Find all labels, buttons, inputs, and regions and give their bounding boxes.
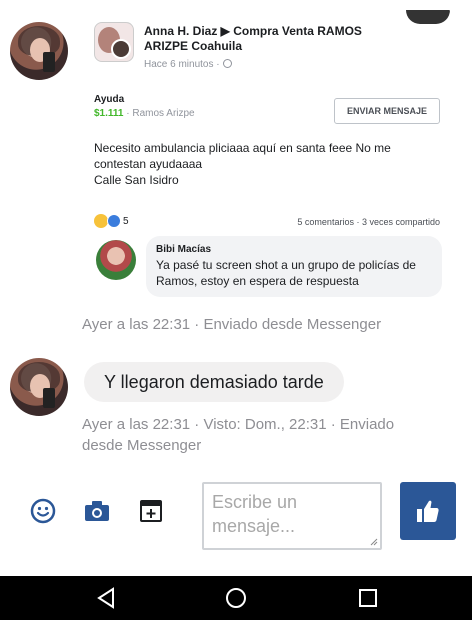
- post-time-text: Hace 6 minutos ·: [144, 59, 220, 70]
- message-meta-line: Ayer a las 22:31 · Visto: Dom., 22:31 · …: [82, 416, 395, 433]
- recents-icon[interactable]: [356, 586, 380, 610]
- back-icon[interactable]: [94, 586, 118, 610]
- comment-bubble: Bibi Macías Ya pasé tu screen shot a un …: [146, 236, 442, 297]
- comment-author[interactable]: Bibi Macías: [156, 244, 432, 255]
- post-author-avatar[interactable]: [94, 22, 134, 62]
- commenter-avatar[interactable]: [96, 240, 136, 280]
- sender-avatar[interactable]: [10, 358, 68, 416]
- sender-avatar[interactable]: [10, 22, 68, 80]
- system-nav-bar: [0, 576, 472, 620]
- message-input-placeholder: Escribe un: [212, 492, 298, 512]
- sale-title: Ayuda: [94, 94, 125, 105]
- post-body: Necesito ambulancia pliciaaa aquí en san…: [94, 140, 444, 188]
- send-message-button[interactable]: ENVIAR MENSAJE: [334, 98, 440, 124]
- sticker-icon[interactable]: [136, 496, 166, 526]
- post-author-line[interactable]: Anna H. Diaz ▶ Compra Venta RAMOS ARIZPE…: [144, 24, 404, 54]
- home-icon[interactable]: [224, 586, 248, 610]
- globe-icon: [222, 59, 232, 68]
- camera-icon[interactable]: [82, 496, 112, 526]
- post-body-line: Necesito ambulancia pliciaaa aquí en san…: [94, 141, 391, 155]
- sale-location: · Ramos Arizpe: [126, 108, 195, 119]
- wow-reaction-icon: [94, 214, 108, 228]
- message-meta-line: desde Messenger: [82, 437, 202, 454]
- post-stats[interactable]: 5 comentarios · 3 veces compartido: [264, 217, 440, 227]
- sale-price: $1.111: [94, 108, 124, 119]
- like-reaction-icon: [107, 214, 121, 228]
- message-bubble[interactable]: Y llegaron demasiado tarde: [84, 362, 344, 402]
- post-timestamp: Hace 6 minutos ·: [144, 59, 232, 70]
- post-body-line: Calle San Isidro: [94, 173, 179, 187]
- thumbs-up-icon[interactable]: [400, 482, 456, 540]
- shared-post-card[interactable]: Anna H. Diaz ▶ Compra Venta RAMOS ARIZPE…: [84, 8, 456, 308]
- reactions-count: 5: [123, 215, 129, 227]
- resize-handle-icon[interactable]: [368, 536, 378, 546]
- cropped-decoration: [406, 10, 450, 24]
- message-input-placeholder: mensaje...: [212, 516, 296, 536]
- emoji-icon[interactable]: [28, 496, 58, 526]
- post-body-line: contestan ayudaaaa: [94, 157, 203, 171]
- message-input[interactable]: Escribe un mensaje...: [202, 482, 382, 550]
- message-meta: Ayer a las 22:31 · Visto: Dom., 22:31 · …: [82, 414, 394, 456]
- reactions-summary[interactable]: 5: [94, 214, 129, 228]
- message-meta: Ayer a las 22:31 · Enviado desde Messeng…: [82, 316, 382, 333]
- comment-text: Ya pasé tu screen shot a un grupo de pol…: [156, 258, 416, 288]
- sale-price-row: $1.111 · Ramos Arizpe: [94, 108, 195, 119]
